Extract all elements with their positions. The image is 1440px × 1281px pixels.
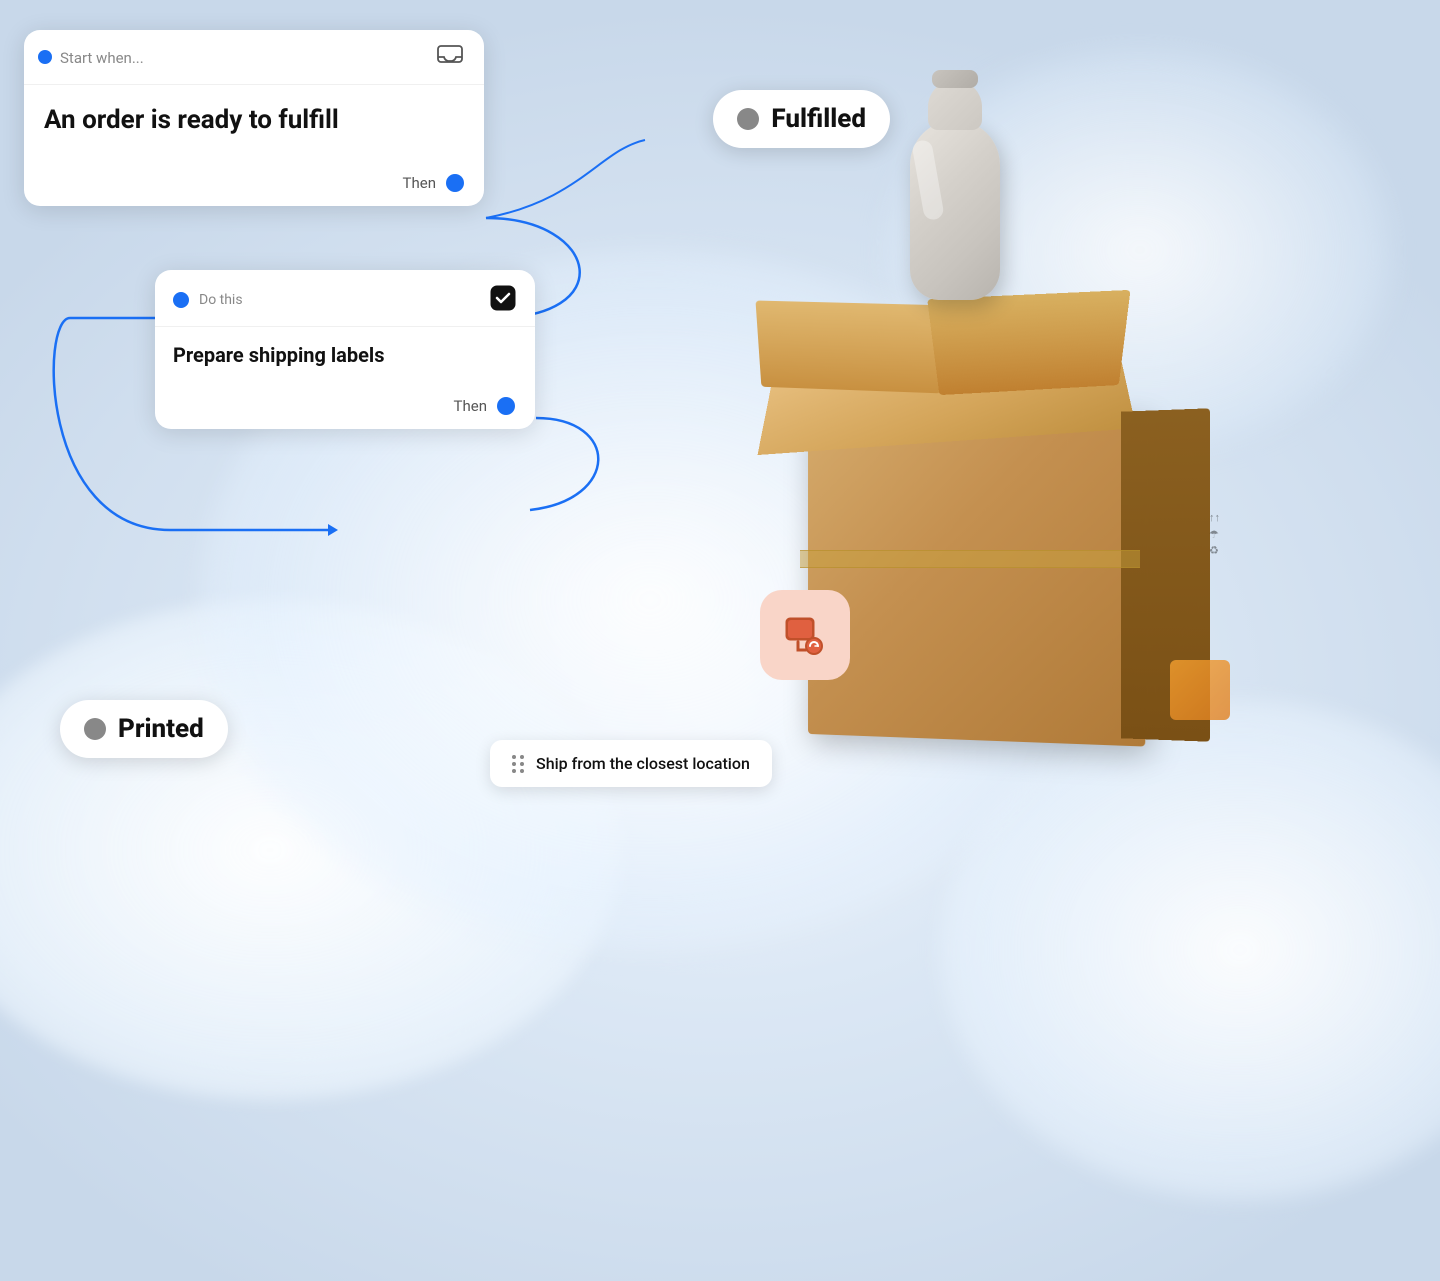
start-card-body: An order is ready to fulfill	[24, 85, 484, 164]
dothis-connector-dot	[173, 292, 189, 308]
dothis-label: Do this	[199, 292, 243, 308]
start-when-card: Start when... An order is ready to fulfi…	[24, 30, 484, 206]
then-dot-dothis	[497, 397, 515, 415]
ship-from-pill: Ship from the closest location	[490, 740, 772, 787]
drag-dot-3	[512, 762, 516, 766]
shopify-dot	[38, 50, 52, 64]
ship-from-label: Ship from the closest location	[536, 754, 750, 773]
bottle-illustration	[890, 60, 1020, 320]
fulfilled-dot	[737, 108, 759, 130]
dothis-card: Do this Prepare shipping labels Then	[155, 270, 535, 429]
trigger-text: An order is ready to fulfill	[44, 105, 464, 136]
then-dot-start	[446, 174, 464, 192]
dothis-card-body: Prepare shipping labels	[155, 327, 535, 387]
check-icon	[489, 284, 517, 316]
automation-icon	[780, 610, 830, 660]
drag-dot-5	[512, 769, 516, 773]
printed-label: Printed	[118, 714, 204, 744]
printed-badge: Printed	[60, 700, 228, 758]
then-label-dothis: Then	[454, 397, 487, 415]
inbox-icon	[436, 44, 464, 72]
drag-icon	[512, 755, 524, 773]
drag-dot-4	[520, 762, 524, 766]
start-card-header: Start when...	[24, 30, 484, 85]
drag-dot-2	[520, 755, 524, 759]
fulfilled-badge: Fulfilled	[713, 90, 890, 148]
then-label-start: Then	[403, 174, 436, 192]
automation-icon-badge	[760, 590, 850, 680]
fulfilled-label: Fulfilled	[771, 104, 866, 134]
dothis-action-text: Prepare shipping labels	[173, 343, 517, 367]
printed-dot	[84, 718, 106, 740]
drag-dot-1	[512, 755, 516, 759]
start-when-label: Start when...	[60, 49, 144, 67]
then-row-dothis: Then	[155, 387, 535, 429]
then-row-start: Then	[24, 164, 484, 206]
dothis-card-header: Do this	[155, 270, 535, 327]
drag-dot-6	[520, 769, 524, 773]
